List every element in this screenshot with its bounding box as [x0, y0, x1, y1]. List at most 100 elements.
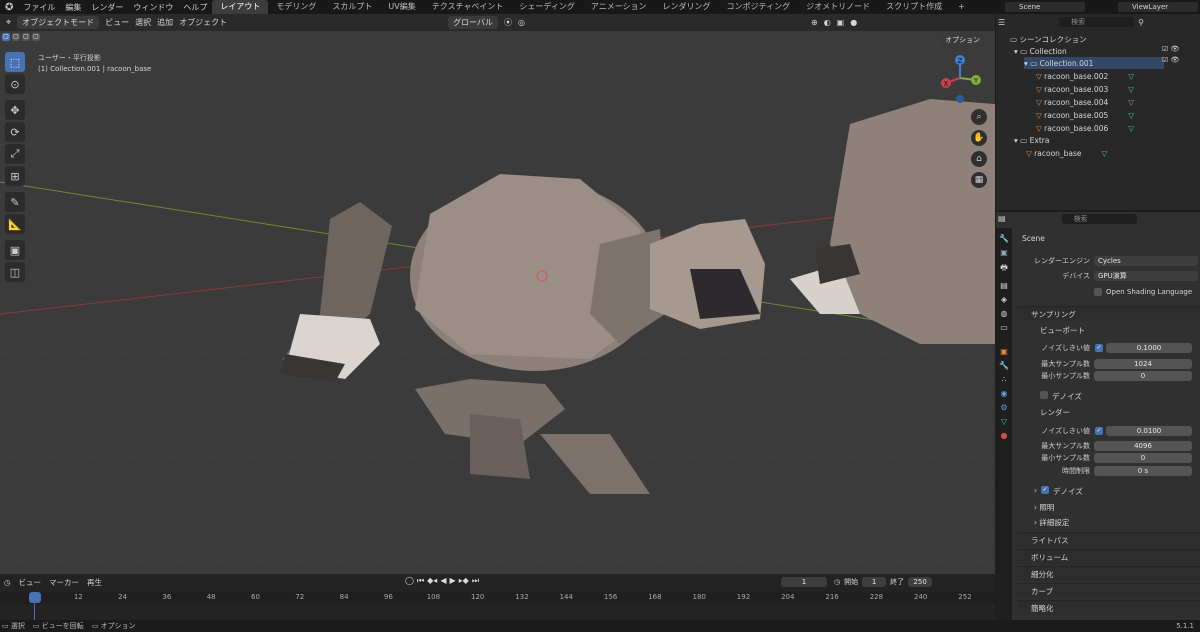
object-tab-icon[interactable]: ▣	[1000, 347, 1008, 356]
properties-search-input[interactable]: 検索	[1061, 213, 1137, 224]
curves-section[interactable]: カーブ	[1017, 583, 1200, 598]
scene-collection-row[interactable]: ▭ シーンコレクション	[1010, 33, 1087, 45]
move-tool[interactable]: ✥	[5, 100, 25, 120]
menu-file[interactable]: ファイル	[18, 2, 60, 13]
collection-tab-icon[interactable]: ▭	[1000, 323, 1008, 332]
filter-icon[interactable]: ⚲	[1138, 18, 1144, 27]
render-subsection[interactable]: レンダー	[1040, 407, 1070, 418]
viewport-menu-object[interactable]: オブジェクト	[179, 17, 227, 28]
viewport-menu-add[interactable]: 追加	[157, 17, 173, 28]
blender-logo-icon[interactable]: ✪	[0, 2, 18, 13]
tab-shading[interactable]: シェーディング	[511, 0, 582, 14]
viewport-menu-view[interactable]: ビュー	[105, 17, 129, 28]
zoom-icon[interactable]: ⌕	[971, 109, 987, 125]
collection001-row[interactable]: ▾ ▭ Collection.001	[1024, 57, 1164, 69]
select-extend-icon[interactable]: ▢	[12, 33, 20, 41]
measure-tool[interactable]: 📐	[5, 214, 25, 234]
scene-tab-icon[interactable]: ◈	[1001, 295, 1007, 304]
proportional-edit-icon[interactable]: ◎	[518, 18, 525, 27]
material-tab-icon[interactable]: ●	[1001, 431, 1008, 440]
visibility-eye-icon[interactable]: ☑ 👁	[1162, 56, 1179, 64]
outliner-object-row[interactable]: ▽ racoon_base.004 ▽	[1036, 96, 1134, 108]
output-tab-icon[interactable]: 🖶	[1000, 262, 1008, 276]
device-select[interactable]: GPU演算	[1094, 271, 1198, 281]
world-tab-icon[interactable]: ◍	[1001, 309, 1008, 318]
outliner-object-row[interactable]: ▽ racoon_base ▽	[1026, 147, 1107, 159]
stopwatch-icon[interactable]: ◷	[834, 578, 840, 586]
3d-viewport[interactable]	[0, 14, 995, 574]
timeline-menu-playback[interactable]: 再生	[87, 577, 102, 588]
outliner-object-row[interactable]: ▽ racoon_base.002 ▽	[1036, 70, 1134, 82]
menu-edit[interactable]: 編集	[60, 2, 86, 13]
select-box-tool[interactable]: ⬚	[5, 52, 25, 72]
visibility-eye-icon[interactable]: ☑ 👁	[1162, 45, 1179, 53]
outliner-editor-icon[interactable]: ☰	[998, 18, 1005, 27]
transform-orientation-selector[interactable]: グローバル	[448, 16, 498, 29]
perspective-toggle-icon[interactable]: ▦	[971, 172, 987, 188]
extra-collection-row[interactable]: ▾ ▭ Extra	[1014, 134, 1049, 146]
start-frame-field[interactable]: 1	[862, 577, 887, 587]
osl-toggle[interactable]: Open Shading Language	[1094, 288, 1192, 296]
add-object-tool[interactable]: ◫	[5, 262, 25, 282]
gizmo-toggle-icon[interactable]: ⊕	[811, 18, 818, 27]
playhead[interactable]	[29, 592, 41, 603]
viewport-menu-select[interactable]: 選択	[135, 17, 151, 28]
menu-render[interactable]: レンダー	[86, 2, 128, 13]
outliner-search-input[interactable]: 検索	[1059, 17, 1135, 27]
render-engine-select[interactable]: Cycles	[1094, 256, 1198, 266]
jump-start-icon[interactable]: ⏮	[417, 576, 424, 586]
time-limit-field[interactable]: 0 s	[1094, 466, 1192, 476]
light-paths-section[interactable]: ライトパス	[1017, 532, 1200, 547]
annotate-tool[interactable]: ✎	[5, 192, 25, 212]
timeline-menu-marker[interactable]: マーカー	[49, 577, 79, 588]
subdivision-section[interactable]: 細分化	[1017, 566, 1200, 581]
outliner-object-row[interactable]: ▽ racoon_base.006 ▽	[1036, 122, 1134, 134]
particles-tab-icon[interactable]: ∴	[1001, 375, 1006, 384]
select-subtract-icon[interactable]: ▢	[22, 33, 30, 41]
jump-end-icon[interactable]: ⏭	[472, 576, 479, 586]
r-noise-field[interactable]: 0.0100	[1106, 426, 1192, 436]
vp-min-field[interactable]: 0	[1094, 371, 1192, 381]
tab-sculpt[interactable]: スカルプト	[324, 0, 380, 14]
transform-tool[interactable]: ⊞	[5, 166, 25, 186]
tab-animation[interactable]: アニメーション	[583, 0, 655, 14]
editor-type-icon[interactable]: ⌖	[6, 18, 11, 28]
viewport-subsection[interactable]: ビューポート	[1040, 325, 1085, 336]
snap-icon[interactable]: ⦿	[504, 17, 512, 28]
select-new-icon[interactable]: ▢	[2, 33, 10, 41]
overlay-toggle-icon[interactable]: ◐	[824, 18, 831, 27]
lighting-row[interactable]: › 照明	[1034, 502, 1054, 513]
tab-layout[interactable]: レイアウト	[212, 0, 269, 14]
add-cube-tool[interactable]: ▣	[5, 240, 25, 260]
sampling-section[interactable]: サンプリング	[1017, 306, 1200, 321]
timeline-editor-icon[interactable]: ◷	[4, 578, 11, 587]
keyframe-record-icon[interactable]: ◯	[405, 576, 414, 586]
vp-max-field[interactable]: 1024	[1094, 359, 1192, 369]
render-tab-icon[interactable]: ▣	[1000, 248, 1008, 257]
vp-noise-field[interactable]: 0.1000	[1106, 343, 1192, 353]
rotate-tool[interactable]: ⟳	[5, 122, 25, 142]
end-frame-field[interactable]: 250	[908, 577, 933, 587]
simplify-section[interactable]: 簡略化	[1017, 600, 1200, 615]
view-layer-tab-icon[interactable]: ▤	[1000, 281, 1008, 290]
add-workspace-button[interactable]: +	[950, 0, 973, 14]
tab-rendering[interactable]: レンダリング	[655, 0, 719, 14]
view-layer-selector[interactable]: ViewLayer	[1118, 2, 1198, 12]
timeline-menu-view[interactable]: ビュー	[19, 577, 42, 588]
vp-denoise-row[interactable]: デノイズ	[1040, 391, 1082, 402]
navigation-gizmo[interactable]: Y Z X	[930, 50, 994, 110]
properties-editor-icon[interactable]: ▤	[998, 214, 1006, 223]
play-reverse-icon[interactable]: ◀	[440, 576, 446, 586]
tab-scripting[interactable]: スクリプト作成	[878, 0, 950, 14]
mode-selector[interactable]: オブジェクトモード	[17, 16, 100, 29]
xray-toggle-icon[interactable]: ▣	[837, 18, 845, 27]
next-keyframe-icon[interactable]: ▸◆	[459, 576, 469, 586]
select-invert-icon[interactable]: ▢	[32, 33, 40, 41]
tab-texture-paint[interactable]: テクスチャペイント	[424, 0, 512, 14]
tab-geometry-nodes[interactable]: ジオメトリノード	[798, 0, 878, 14]
cursor-tool[interactable]: ⊙	[5, 74, 25, 94]
tab-modeling[interactable]: モデリング	[268, 0, 324, 14]
r-noise-checkbox[interactable]: ✓	[1095, 427, 1103, 435]
denoise-row[interactable]: › ✓ デノイズ	[1034, 486, 1083, 497]
constraints-tab-icon[interactable]: ⚙	[1000, 403, 1007, 412]
